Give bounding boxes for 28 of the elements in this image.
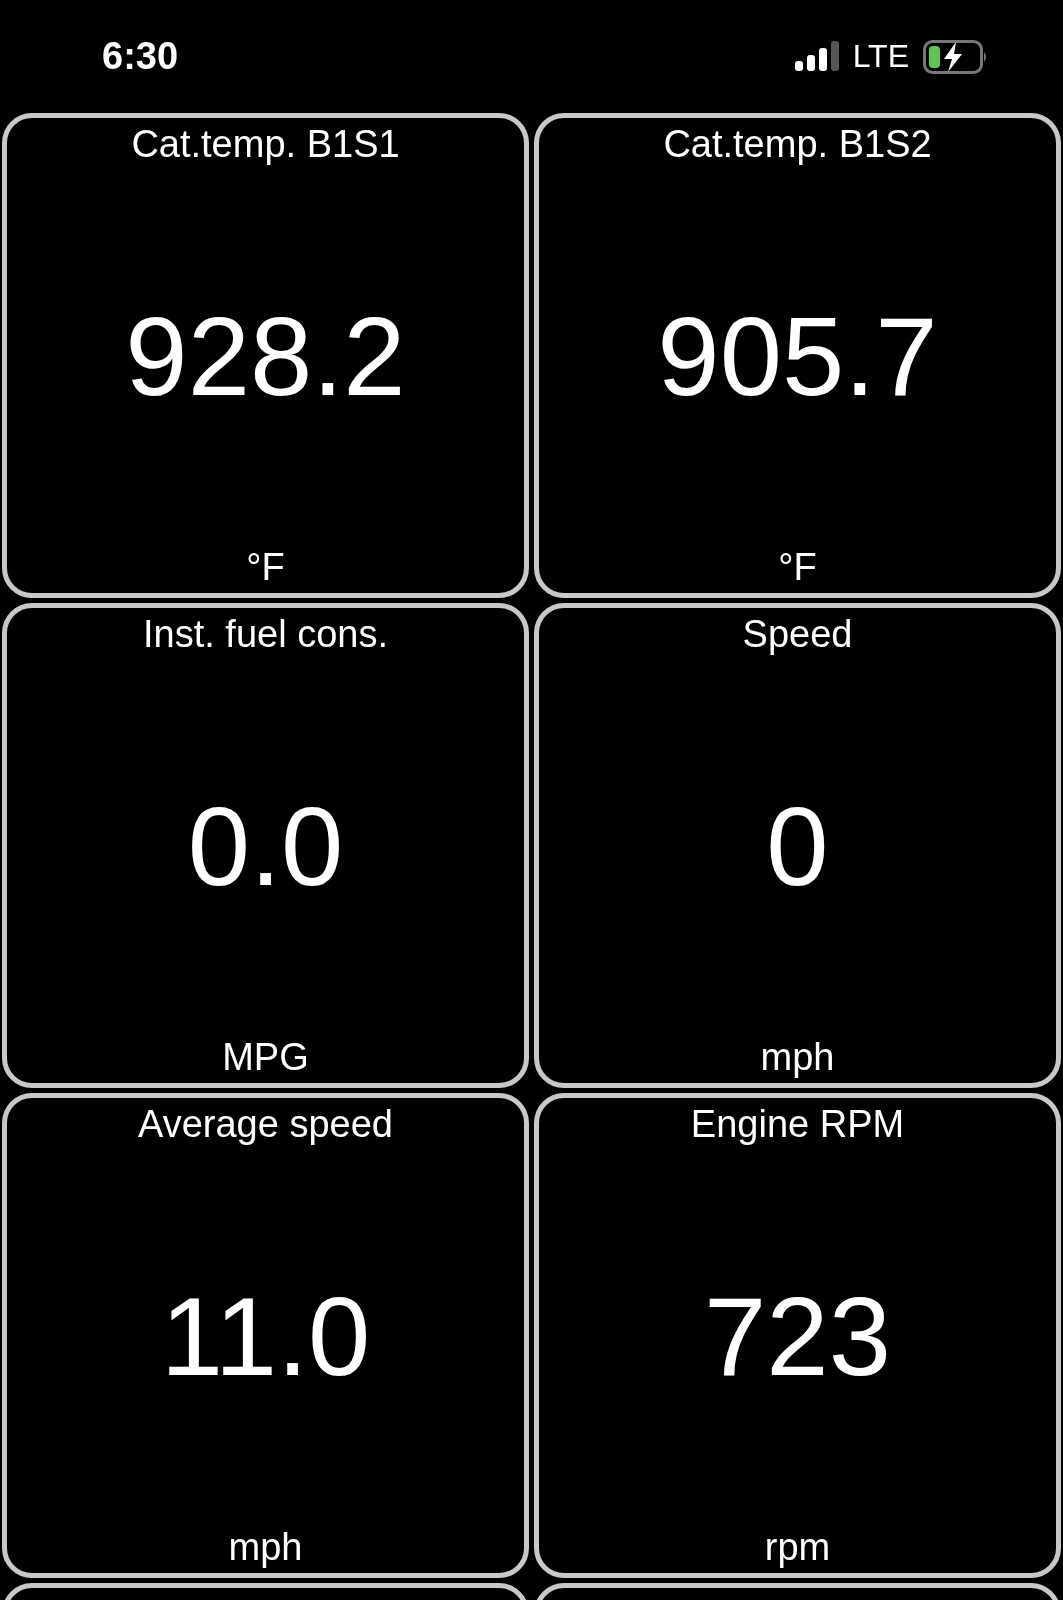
gauge-unit: MPG [222, 1035, 309, 1081]
network-label: LTE [852, 38, 909, 75]
gauge-title: Average speed [138, 1102, 393, 1147]
gauge-tile[interactable]: Engine RPM 723 rpm [534, 1093, 1061, 1578]
gauge-title: Cat.temp. B1S1 [131, 122, 400, 167]
gauge-title: Engine RPM [690, 1102, 905, 1147]
gauge-tile[interactable]: Cat.temp. B1S2 905.7 °F [534, 113, 1061, 598]
battery-charging-icon [923, 39, 989, 74]
gauge-unit: mph [760, 1035, 835, 1081]
gauge-value: 928.2 [125, 300, 406, 413]
gauge-unit: °F [778, 545, 817, 591]
gauge-value: 723 [704, 1280, 891, 1393]
gauge-unit: rpm [764, 1525, 831, 1571]
gauge-tile[interactable]: Speed 0 mph [534, 603, 1061, 1088]
gauge-value: 905.7 [657, 300, 938, 413]
gauge-title: Cat.temp. B1S2 [663, 122, 932, 167]
gauge-value: 11.0 [160, 1280, 371, 1393]
gauge-value: 0.0 [187, 790, 344, 903]
gauge-tile[interactable]: Inst. fuel cons. 0.0 MPG [2, 603, 529, 1088]
signal-icon [794, 40, 839, 73]
status-time: 6:30 [102, 35, 179, 78]
gauge-tile[interactable]: Cat.temp. B1S1 928.2 °F [2, 113, 529, 598]
gauge-unit: °F [246, 545, 285, 591]
gauge-value: 0 [766, 790, 829, 903]
gauge-title: Inst. fuel cons. [143, 612, 388, 657]
gauge-tile[interactable]: Average speed 11.0 mph [2, 1093, 529, 1578]
gauge-title: Speed [742, 612, 853, 657]
gauge-unit: mph [228, 1525, 303, 1571]
